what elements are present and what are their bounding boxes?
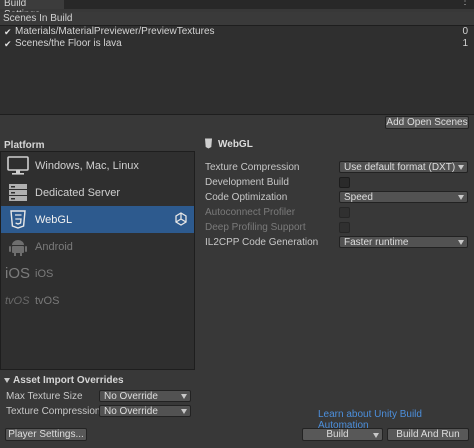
texture-compression-dropdown[interactable]: Use default format (DXT): [339, 161, 468, 173]
player-settings-button[interactable]: Player Settings...: [5, 428, 87, 441]
android-icon: [9, 240, 27, 256]
code-optimization-dropdown[interactable]: Speed: [339, 191, 468, 203]
dropdown-value: No Override: [104, 391, 158, 402]
chevron-down-icon: [458, 195, 464, 200]
platform-item-tvos[interactable]: tvOS tvOS: [1, 287, 194, 314]
development-build-checkbox[interactable]: [339, 177, 350, 188]
add-open-scenes-button[interactable]: Add Open Scenes: [385, 116, 469, 129]
chevron-down-icon: [181, 409, 187, 414]
platform-label: WebGL: [35, 214, 73, 226]
chevron-down-icon: [458, 165, 464, 170]
il2cpp-code-generation-label: IL2CPP Code Generation: [205, 237, 319, 248]
deep-profiling-checkbox: [339, 222, 350, 233]
tvos-icon: tvOS: [5, 295, 30, 307]
platform-item-windows-mac-linux[interactable]: Windows, Mac, Linux: [1, 152, 194, 179]
platform-label: Windows, Mac, Linux: [35, 160, 139, 172]
scene-checkbox-checkmark-icon[interactable]: ✔: [4, 38, 12, 50]
texture-compression-override-label: Texture Compression: [6, 406, 101, 417]
scene-index: 0: [462, 26, 468, 37]
chevron-down-icon: [181, 394, 187, 399]
autoconnect-profiler-checkbox: [339, 207, 350, 218]
build-and-run-button[interactable]: Build And Run: [387, 428, 469, 441]
asset-import-overrides-title[interactable]: Asset Import Overrides: [13, 375, 124, 386]
build-button[interactable]: Build: [302, 428, 383, 441]
ios-icon: iOS: [5, 265, 31, 282]
build-button-label: Build: [326, 429, 349, 440]
dropdown-value: No Override: [104, 406, 158, 417]
platform-item-ios[interactable]: iOS iOS: [1, 260, 194, 287]
dropdown-value: Faster runtime: [344, 237, 409, 248]
scene-checkbox-checkmark-icon[interactable]: ✔: [4, 26, 12, 38]
html5-icon: [205, 138, 212, 149]
webgl-settings-title: WebGL: [218, 139, 253, 150]
deep-profiling-label: Deep Profiling Support: [205, 222, 306, 233]
scenes-list[interactable]: ✔ Materials/MaterialPreviewer/PreviewTex…: [0, 25, 474, 115]
platform-list: Windows, Mac, Linux Dedicated Server Web…: [0, 151, 195, 370]
foldout-arrow-icon[interactable]: [4, 378, 10, 383]
scenes-in-build-header: Scenes In Build: [0, 12, 474, 25]
tab-menu-icon[interactable]: ⋮: [460, 0, 470, 7]
chevron-down-icon[interactable]: [373, 433, 379, 438]
texture-compression-override-dropdown[interactable]: No Override: [99, 405, 191, 417]
scene-name: Scenes/the Floor is lava: [15, 38, 122, 49]
scene-row[interactable]: ✔ Scenes/the Floor is lava 1: [0, 38, 474, 50]
platform-title: Platform: [4, 140, 45, 151]
code-optimization-label: Code Optimization: [205, 192, 288, 203]
scene-index: 1: [462, 38, 468, 49]
build-settings-tab[interactable]: Build Settings: [0, 0, 64, 20]
html5-icon: [10, 210, 26, 229]
development-build-label: Development Build: [205, 177, 289, 188]
texture-compression-label: Texture Compression: [205, 162, 300, 173]
platform-item-webgl[interactable]: WebGL: [1, 206, 194, 233]
dropdown-value: Use default format (DXT): [344, 162, 456, 173]
platform-label: Dedicated Server: [35, 187, 120, 199]
scene-name: Materials/MaterialPreviewer/PreviewTextu…: [15, 26, 215, 37]
platform-label: Android: [35, 241, 73, 253]
server-icon: [9, 184, 27, 201]
max-texture-size-dropdown[interactable]: No Override: [99, 390, 191, 402]
platform-item-dedicated-server[interactable]: Dedicated Server: [1, 179, 194, 206]
max-texture-size-label: Max Texture Size: [6, 391, 83, 402]
monitor-icon: [7, 156, 29, 175]
chevron-down-icon: [458, 240, 464, 245]
dropdown-value: Speed: [344, 192, 373, 203]
autoconnect-profiler-label: Autoconnect Profiler: [205, 207, 296, 218]
platform-label: tvOS: [35, 295, 60, 307]
tab-bar: Build Settings ⋮: [0, 0, 474, 20]
il2cpp-code-generation-dropdown[interactable]: Faster runtime: [339, 236, 468, 248]
platform-label: iOS: [35, 268, 54, 280]
platform-item-android[interactable]: Android: [1, 233, 194, 260]
unity-logo-icon: [175, 212, 187, 226]
scene-row[interactable]: ✔ Materials/MaterialPreviewer/PreviewTex…: [0, 26, 474, 38]
